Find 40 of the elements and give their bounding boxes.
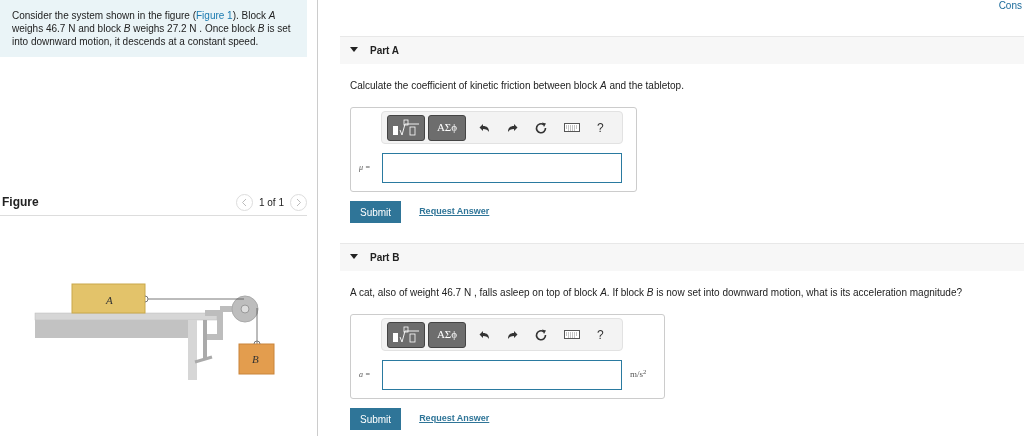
variable-label: a = <box>358 369 372 381</box>
unit-label: m/s$^{2}$ <box>630 368 647 382</box>
redo-icon[interactable] <box>507 122 518 133</box>
part-title: Part A <box>370 44 400 58</box>
undo-icon[interactable] <box>479 329 490 340</box>
fraction-root-icon <box>391 325 421 344</box>
question-text: Calculate the coefficient of kinetic friction between block A and the tabletop. <box>350 79 685 93</box>
chevron-right-icon <box>295 197 302 207</box>
answer-input[interactable] <box>382 360 622 390</box>
part-header[interactable]: Part B <box>340 243 1024 271</box>
keyboard-icon[interactable] <box>564 330 580 339</box>
figure-link[interactable]: Figure 1 <box>196 10 233 21</box>
template-button[interactable] <box>387 114 425 141</box>
template-button[interactable] <box>387 321 425 348</box>
help-button[interactable]: ? <box>597 325 604 344</box>
block-b: B <box>238 340 275 375</box>
chevron-left-icon <box>241 197 248 207</box>
intro-text: Consider the system shown in the figure (Figure 1). Block A weighs 46.7 N and block B weighs 27.2 N . Once block B is set into downward motion, it descends at a constant speed. <box>12 9 291 48</box>
redo-icon[interactable] <box>507 329 518 340</box>
variable-label: μ = <box>358 162 372 174</box>
undo-icon[interactable] <box>479 122 490 133</box>
request-answer-link[interactable]: Request Answer <box>419 412 490 426</box>
figure-title: Figure <box>2 194 39 211</box>
fraction-root-icon <box>391 118 421 137</box>
part-header[interactable]: Part A <box>340 36 1024 64</box>
part-title: Part B <box>370 251 400 265</box>
submit-button[interactable]: Submit <box>350 408 402 430</box>
request-answer-link[interactable]: Request Answer <box>419 205 490 219</box>
block-a: A <box>71 283 149 314</box>
top-link[interactable]: Cons <box>998 0 1022 11</box>
reset-icon[interactable] <box>535 121 547 134</box>
greek-symbols-button[interactable]: ΑΣϕ <box>428 114 466 141</box>
page-counter: 1 of 1 <box>258 195 284 210</box>
help-button[interactable]: ? <box>597 118 604 137</box>
answer-input[interactable] <box>382 153 622 183</box>
reset-icon[interactable] <box>535 328 547 341</box>
submit-button[interactable]: Submit <box>350 201 402 223</box>
keyboard-icon[interactable] <box>564 123 580 132</box>
question-text: A cat, also of weight 46.7 N , falls asleep on top of block A. If block B is now set into downward motion, what is its acceleration magnitude? <box>350 286 963 300</box>
greek-symbols-button[interactable]: ΑΣϕ <box>428 321 466 348</box>
